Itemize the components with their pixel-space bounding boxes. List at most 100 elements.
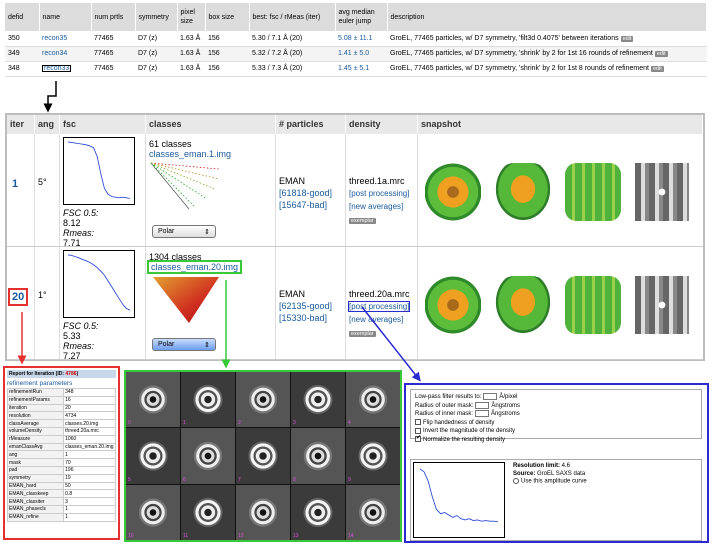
class-average-image[interactable]: 4 [346, 372, 400, 428]
snapshot-tilt-view[interactable] [495, 276, 551, 334]
updown-icon: ⇕ [204, 342, 210, 349]
class-index: 14 [348, 532, 354, 539]
exemplar-button[interactable]: exemplar [349, 218, 376, 224]
edit-button[interactable]: edit [650, 66, 664, 72]
lowpass-unit: Å/pixel [499, 394, 518, 401]
param-value: 70 [63, 458, 116, 467]
snapshot-side-view[interactable] [565, 276, 621, 334]
class-average-image[interactable]: 0 [126, 372, 180, 428]
col-particles: # particles [276, 115, 346, 134]
class-average-image[interactable]: 2 [236, 372, 290, 428]
recon-link[interactable]: recon33 [42, 65, 72, 72]
bad-particles-link[interactable]: [15647-bad] [279, 200, 327, 210]
class-count: 1304 classes [149, 252, 202, 262]
class-average-image[interactable]: 11 [181, 484, 235, 540]
cell-prtls: 77465 [91, 46, 135, 62]
param-value: 196 [63, 465, 116, 475]
curve-line [67, 254, 131, 311]
new-averages-link[interactable]: [new averages] [349, 315, 403, 324]
good-particles-link[interactable]: [62135-good] [279, 301, 332, 311]
normalize-checkbox[interactable] [415, 434, 421, 443]
param-value: 16 [63, 395, 116, 405]
projection-select[interactable]: Polar ⇕ [152, 338, 216, 351]
class-average-image[interactable]: 1 [181, 372, 235, 428]
iteration-header: iter ang fsc classes # particles density… [7, 115, 703, 134]
projection-select[interactable]: Polar ⇕ [152, 225, 216, 238]
outer-mask-unit: Ångstroms [491, 402, 521, 409]
classes-file-link[interactable]: classes_eman.20.img [146, 260, 243, 274]
invert-checkbox[interactable] [415, 427, 421, 434]
recon-link[interactable]: recon34 [42, 50, 67, 57]
classes-file-link[interactable]: classes_eman.1.img [149, 149, 231, 159]
class-average-image[interactable]: 6 [181, 428, 235, 484]
param-key: rMeasure [6, 434, 65, 444]
class-index: 9 [348, 476, 351, 483]
edit-button[interactable]: edit [654, 51, 668, 57]
good-particles-link[interactable]: [61818-good] [279, 188, 332, 198]
edit-button[interactable]: edit [620, 35, 634, 42]
col-iter: iter [7, 115, 35, 134]
euler-link[interactable]: 1.41 ± 5.0 [338, 50, 369, 57]
snapshot-top-view[interactable] [425, 276, 481, 334]
source-label: Source: [513, 470, 536, 477]
angle-value: 5° [38, 177, 47, 187]
class-index: 5 [128, 476, 131, 483]
amplitude-section: Resolution limit: 4.6 Source: GroEL SAXS… [410, 459, 702, 541]
param-value: 50 [63, 481, 116, 491]
euler-link[interactable]: 1.45 ± 5.1 [338, 65, 369, 72]
snapshot-slice-view[interactable] [635, 163, 689, 221]
angle-value: 1° [38, 290, 47, 300]
class-average-image[interactable]: 7 [236, 428, 290, 484]
post-processing-link[interactable]: [post processing] [349, 189, 409, 198]
param-value: 4734 [63, 411, 116, 421]
snapshot-top-view[interactable] [425, 163, 481, 221]
outer-mask-input[interactable] [475, 401, 490, 409]
params-table: refinementRun 348 refinementParams 16 iterat… [6, 388, 116, 522]
fsc-plot[interactable] [63, 137, 135, 205]
euler-link[interactable]: 5.08 ± 11.1 [338, 35, 372, 42]
post-processing-link[interactable]: [post processing] [347, 301, 411, 312]
snapshot-tilt-view[interactable] [495, 163, 551, 221]
param-row: mask 70 [6, 458, 116, 467]
use-curve-radio[interactable] [513, 478, 519, 484]
class-average-image[interactable]: 14 [346, 484, 400, 540]
bad-particles-link[interactable]: [15330-bad] [279, 313, 327, 323]
iteration-link[interactable]: 1 [10, 177, 20, 191]
snapshot-side-view[interactable] [565, 163, 621, 221]
inner-mask-unit: Ångstroms [491, 411, 520, 418]
exemplar-button[interactable]: exemplar [349, 331, 376, 337]
fsc-label: FSC 0.5: [63, 321, 99, 331]
class-average-image[interactable]: 13 [291, 484, 345, 540]
lowpass-input[interactable] [483, 393, 498, 400]
param-row: symmetry 19 [6, 473, 116, 483]
class-average-image[interactable]: 9 [346, 428, 400, 484]
class-index: 2 [238, 420, 241, 427]
param-value: 0.8 [63, 489, 116, 499]
param-key: classAverage [6, 419, 65, 428]
snapshot-slice-view[interactable] [635, 276, 689, 334]
post-processing-panel: Low-pass filter results to: Å/pixel Radiu… [404, 383, 709, 543]
new-averages-link[interactable]: [new averages] [349, 202, 403, 211]
param-key: resolution [6, 411, 65, 421]
class-average-image[interactable]: 10 [126, 484, 180, 540]
rmeas-label: Rmeas: [63, 228, 95, 238]
param-value: 1 [63, 450, 116, 460]
param-value: 1060 [63, 434, 116, 444]
param-row: classAverage classes.20.img [6, 419, 116, 428]
param-key: EMAN_classkeep [6, 489, 65, 499]
iteration-row: 1 5° FSC 0.5: 8.12 Rmeas: 7.71 61 classe… [7, 134, 703, 248]
class-index: 7 [238, 476, 241, 483]
recon-link[interactable]: recon35 [42, 35, 67, 42]
class-average-image[interactable]: 3 [291, 372, 345, 428]
param-key: emanClassAvg [6, 442, 65, 452]
class-average-image[interactable]: 5 [126, 428, 180, 484]
iteration-row: 20 1° FSC 0.5: 5.33 Rmeas: 7.27 1304 cla… [7, 247, 703, 361]
class-average-image[interactable]: 8 [291, 428, 345, 484]
inner-mask-input[interactable] [475, 410, 490, 418]
iteration-link[interactable]: 20 [7, 288, 29, 306]
param-row: volumeDensity threed.20a.mrc [6, 426, 116, 436]
post-processing-form: Low-pass filter results to: Å/pixel Radiu… [410, 389, 702, 443]
flip-checkbox[interactable] [415, 419, 421, 426]
fsc-plot[interactable] [63, 250, 135, 318]
class-average-image[interactable]: 12 [236, 484, 290, 540]
